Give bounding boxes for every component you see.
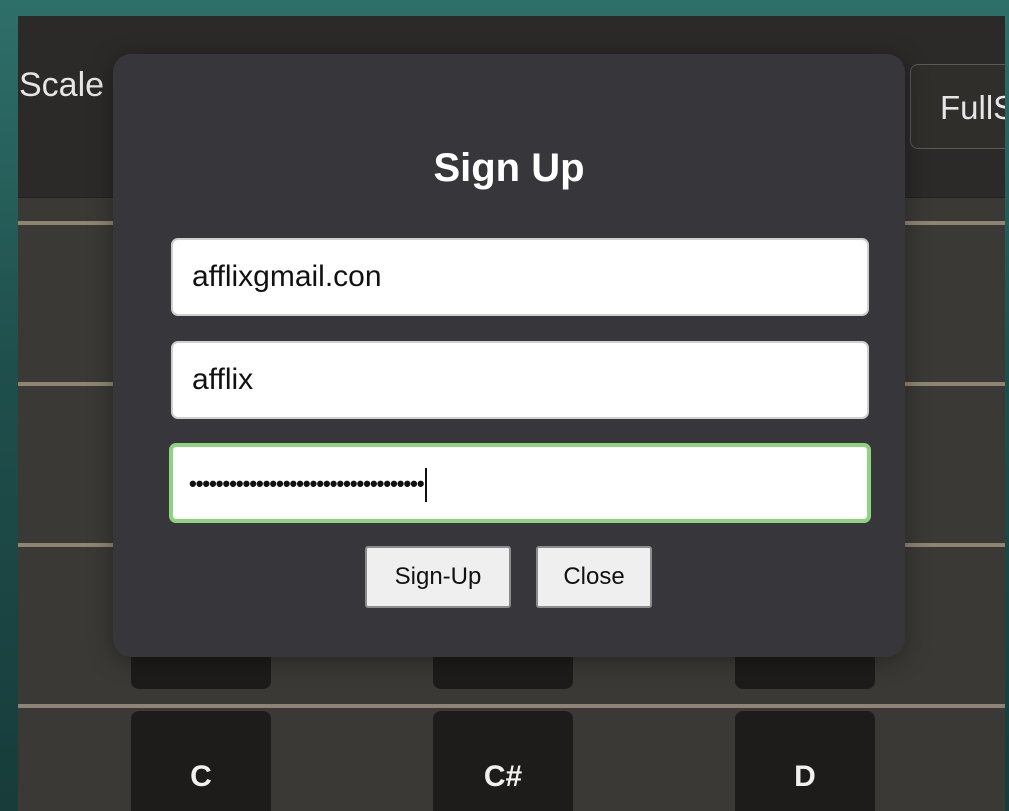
signup-modal: Sign Up ••••••••••••••••••••••••••••••••… (113, 54, 905, 657)
modal-overlay: Sign Up ••••••••••••••••••••••••••••••••… (0, 0, 1009, 811)
username-field[interactable] (171, 341, 869, 419)
password-value: ••••••••••••••••••••••••••••••••••• (189, 467, 427, 503)
signup-button[interactable]: Sign-Up (365, 546, 511, 608)
password-mask: ••••••••••••••••••••••••••••••••••• (189, 471, 425, 496)
modal-title: Sign Up (433, 146, 585, 190)
email-field[interactable] (171, 238, 869, 316)
text-caret (424, 468, 427, 503)
close-button[interactable]: Close (536, 546, 652, 608)
